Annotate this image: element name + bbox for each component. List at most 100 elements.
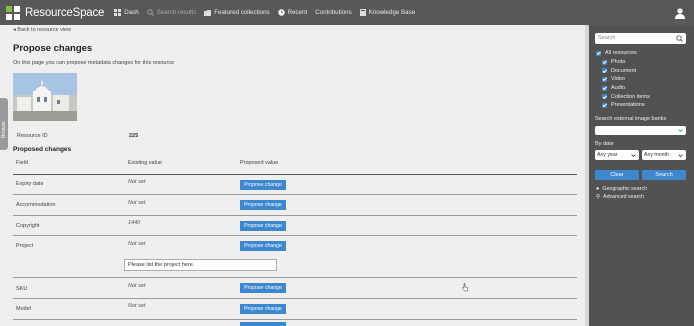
month-select[interactable]: Any month bbox=[642, 150, 686, 160]
propose-change-button[interactable]: Propose change bbox=[240, 283, 286, 293]
top-header: ResourceSpace Dash Search results Featur… bbox=[0, 0, 694, 25]
resource-id-value: 225 bbox=[129, 133, 139, 139]
search-placeholder: Search bbox=[598, 35, 616, 41]
intro-text: On this page you can propose metadata ch… bbox=[13, 60, 175, 66]
clear-button[interactable]: Clear bbox=[595, 170, 639, 180]
logo[interactable]: ResourceSpace bbox=[6, 5, 105, 20]
resource-type-filter: All resources Photo Document Video Audio… bbox=[596, 49, 650, 110]
checkbox[interactable] bbox=[602, 94, 607, 100]
search-icon bbox=[147, 9, 154, 16]
column-header-existing: Existing value bbox=[128, 160, 162, 166]
page-title: Propose changes bbox=[13, 43, 93, 54]
nav-search-results[interactable]: Search results bbox=[147, 9, 197, 16]
existing-value: Not set bbox=[128, 179, 146, 185]
propose-change-button-partial[interactable] bbox=[240, 322, 286, 326]
main-nav: Dash Search results Featured collections… bbox=[114, 9, 423, 16]
search-button[interactable]: Search bbox=[642, 170, 686, 180]
existing-value: Not set bbox=[128, 241, 146, 247]
nav-recent-label: Recent bbox=[287, 9, 308, 16]
checkbox[interactable] bbox=[602, 68, 607, 74]
filter-all-resources[interactable]: All resources bbox=[596, 49, 650, 58]
table-row-expiry-date: Expiry date Not set Propose change bbox=[13, 175, 577, 195]
propose-change-button[interactable]: Propose change bbox=[240, 200, 286, 210]
browse-tab-label: Browse bbox=[1, 121, 7, 138]
browse-tab[interactable]: Browse bbox=[0, 98, 8, 150]
year-select[interactable]: Any year bbox=[595, 150, 639, 160]
column-header-proposed: Proposed value bbox=[240, 160, 279, 166]
filter-label: Presentations bbox=[611, 102, 645, 109]
brand-name: ResourceSpace bbox=[25, 6, 105, 19]
column-header-field: Field bbox=[16, 160, 28, 166]
filter-presentations[interactable]: Presentations bbox=[602, 101, 650, 110]
propose-change-button[interactable]: Propose change bbox=[240, 221, 286, 231]
nav-featured-collections-label: Featured collections bbox=[214, 9, 270, 16]
year-select-value: Any year bbox=[597, 152, 618, 158]
chevron-down-icon bbox=[678, 154, 683, 158]
filter-label: Collection items bbox=[611, 93, 650, 100]
checkbox[interactable] bbox=[602, 59, 607, 65]
table-row-sku: SKU Not set Propose change bbox=[13, 278, 577, 299]
nav-contributions[interactable]: Contributions bbox=[315, 9, 351, 16]
geographic-search-label: Geographic search bbox=[602, 186, 648, 192]
external-banks-select[interactable] bbox=[595, 126, 686, 135]
propose-change-button[interactable]: Propose change bbox=[240, 180, 286, 190]
table-row-accommodation: Accommodation Not set Propose change bbox=[13, 195, 577, 216]
advanced-search-link[interactable]: ⚲ Advanced search bbox=[596, 194, 644, 200]
folder-icon bbox=[204, 9, 212, 16]
resource-thumbnail[interactable] bbox=[13, 73, 77, 121]
filter-label: Photo bbox=[611, 59, 626, 66]
checkbox[interactable] bbox=[602, 102, 607, 108]
filter-label: Document bbox=[611, 67, 637, 74]
table-row-copyright: Copyright 1440 Propose change bbox=[13, 216, 577, 236]
table-row-partial bbox=[13, 320, 577, 326]
book-icon bbox=[359, 9, 366, 16]
main-content: ◂ Back to resource view Propose changes … bbox=[0, 25, 589, 326]
grid-icon bbox=[114, 9, 122, 16]
nav-contributions-label: Contributions bbox=[315, 9, 352, 16]
checkbox[interactable] bbox=[602, 76, 607, 82]
back-to-resource-link[interactable]: ◂ Back to resource view bbox=[13, 27, 71, 33]
nav-dash[interactable]: Dash bbox=[114, 9, 139, 16]
filter-photo[interactable]: Photo bbox=[602, 58, 650, 67]
filter-video[interactable]: Video bbox=[602, 75, 650, 84]
filter-label: All resources bbox=[605, 50, 637, 57]
field-name: Model bbox=[16, 306, 31, 312]
propose-change-button[interactable]: Propose change bbox=[240, 304, 286, 314]
field-name: Copyright bbox=[16, 223, 40, 229]
nav-search-results-label: Search results bbox=[156, 9, 197, 16]
nav-knowledge-base-label: Knowledge Base bbox=[368, 9, 416, 16]
existing-value: Not set bbox=[128, 200, 146, 206]
existing-value: Not set bbox=[128, 303, 146, 309]
sidebar-search-input[interactable]: Search bbox=[595, 33, 686, 44]
project-proposed-input[interactable]: Please list the project here. bbox=[124, 259, 277, 271]
geographic-search-link[interactable]: ● Geographic search bbox=[596, 186, 647, 192]
user-icon[interactable] bbox=[675, 6, 685, 24]
chevron-down-icon bbox=[678, 129, 683, 133]
clock-icon bbox=[277, 9, 285, 16]
resource-id-label: Resource ID bbox=[17, 133, 48, 139]
by-date-label: By date bbox=[595, 141, 614, 147]
propose-change-button[interactable]: Propose change bbox=[240, 241, 286, 251]
nav-recent[interactable]: Recent bbox=[277, 9, 308, 16]
table-row-project: Project Not set Propose change Please li… bbox=[13, 236, 577, 278]
month-select-value: Any month bbox=[644, 152, 669, 158]
proposed-changes-heading: Proposed changes bbox=[13, 146, 72, 153]
mouse-cursor-icon bbox=[462, 279, 469, 297]
nav-featured-collections[interactable]: Featured collections bbox=[204, 9, 270, 16]
filter-label: Video bbox=[611, 76, 625, 83]
advanced-search-label: Advanced search bbox=[603, 194, 644, 200]
field-name: Accommodation bbox=[16, 202, 56, 208]
checkbox[interactable] bbox=[602, 85, 607, 91]
table-row-model: Model Not set Propose change bbox=[13, 299, 577, 320]
checkbox[interactable] bbox=[596, 50, 601, 56]
filter-document[interactable]: Document bbox=[602, 66, 650, 75]
external-banks-label: Search external image banks bbox=[595, 116, 667, 122]
filter-collection-items[interactable]: Collection items bbox=[602, 92, 650, 101]
filter-audio[interactable]: Audio bbox=[602, 84, 650, 93]
existing-value: 1440 bbox=[128, 220, 141, 226]
field-name: Project bbox=[16, 243, 34, 249]
globe-icon: ● bbox=[596, 186, 600, 192]
search-icon[interactable] bbox=[676, 35, 683, 42]
search-sidebar: Search All resources Photo Document Vide… bbox=[589, 25, 694, 326]
nav-knowledge-base[interactable]: Knowledge Base bbox=[359, 9, 416, 16]
